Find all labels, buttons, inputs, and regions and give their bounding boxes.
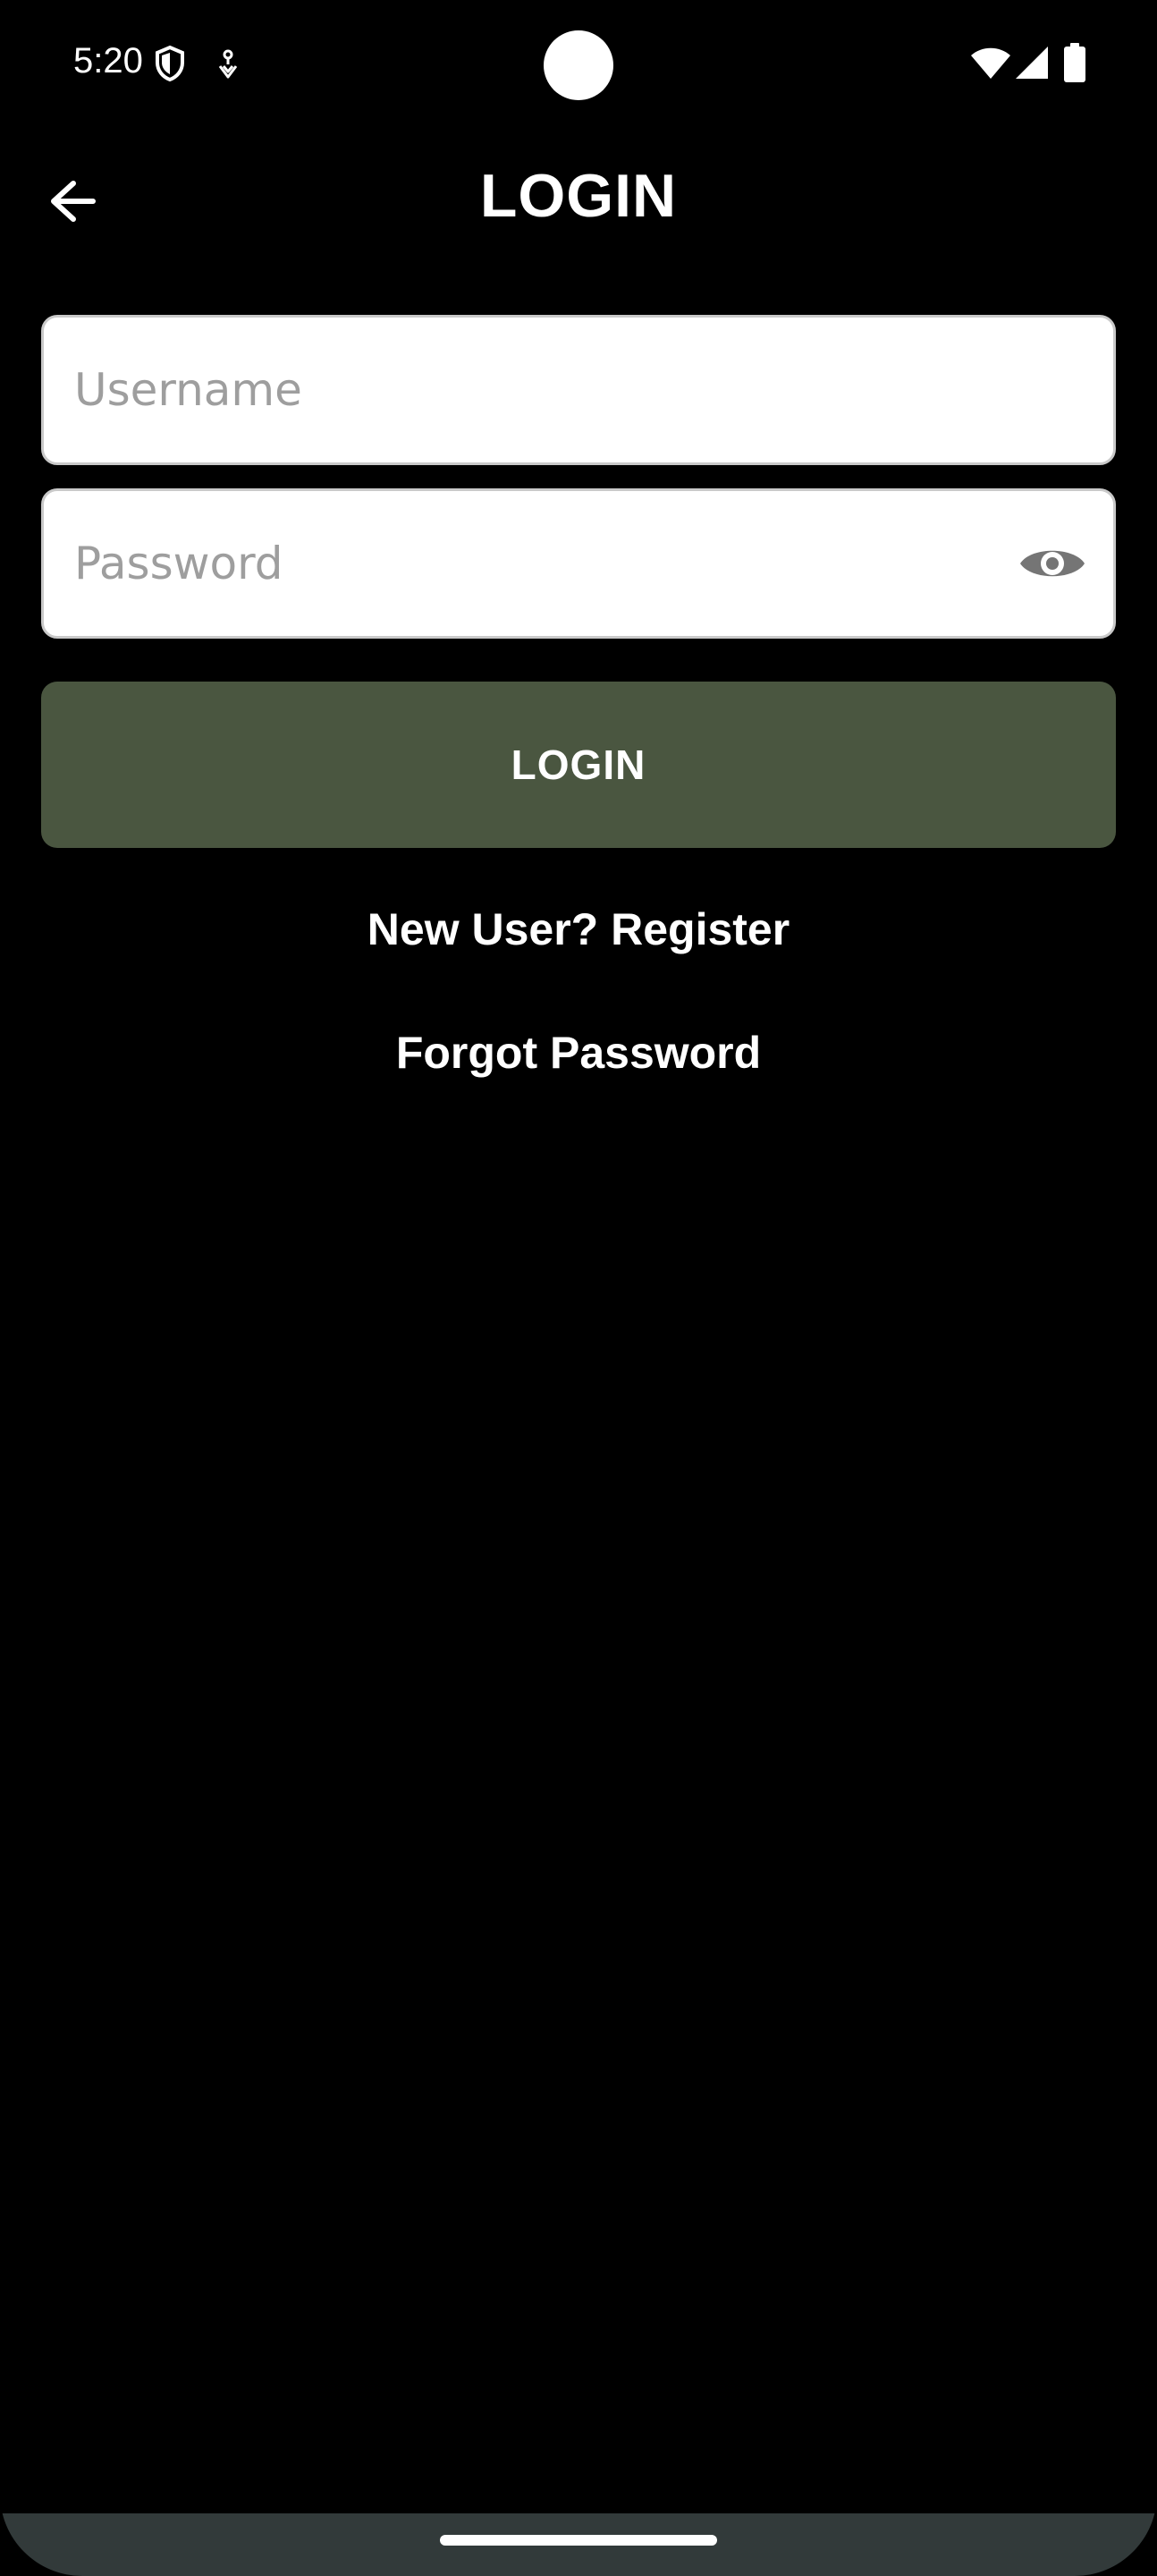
password-visibility-toggle[interactable]: [1018, 536, 1086, 591]
username-input[interactable]: [74, 318, 986, 462]
login-screen: 5:20 LOGIN Username LOGIN New User? Regi…: [0, 0, 1157, 2576]
app-bar: LOGIN: [0, 143, 1157, 259]
register-link[interactable]: New User? Register: [0, 903, 1157, 955]
signal-icon: [1016, 47, 1048, 79]
status-time: 5:20: [73, 41, 143, 80]
wifi-icon: [971, 47, 1010, 79]
login-button[interactable]: LOGIN: [41, 682, 1116, 848]
camera-cutout: [544, 30, 613, 100]
forgot-password-link[interactable]: Forgot Password: [0, 1027, 1157, 1079]
battery-icon: [1064, 43, 1085, 82]
username-field-container: [41, 315, 1116, 465]
password-input[interactable]: [74, 491, 986, 636]
page-title: LOGIN: [479, 162, 678, 230]
home-indicator[interactable]: [440, 2535, 717, 2546]
status-bar: 5:20: [0, 0, 1157, 134]
eye-icon: [1020, 550, 1085, 577]
notification-icon: [218, 49, 238, 79]
shield-icon: [156, 45, 184, 82]
password-field-container: [41, 488, 1116, 639]
system-nav-bar: [0, 2513, 1157, 2576]
